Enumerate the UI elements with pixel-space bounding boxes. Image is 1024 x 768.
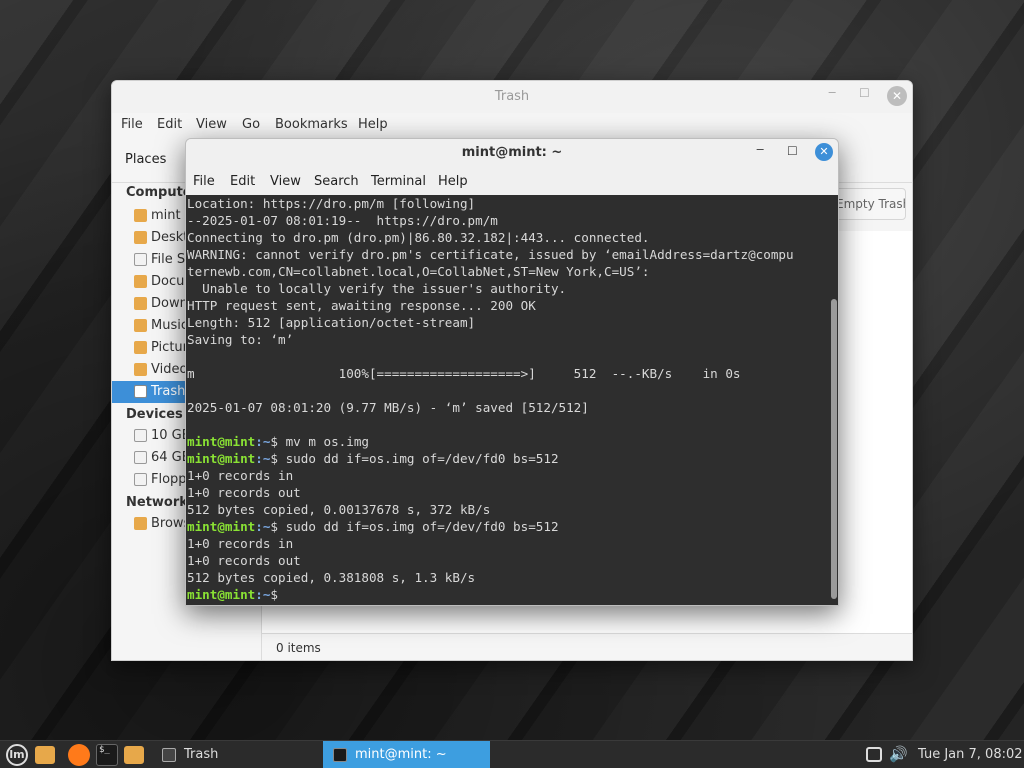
folder-icon: [134, 231, 147, 244]
terminal-launcher-icon[interactable]: $_: [96, 744, 118, 766]
close-icon[interactable]: ✕: [887, 86, 907, 106]
taskbar: lm $_ Trash mint@mint: ~ 🔊 Tue Jan 7, 08…: [0, 740, 1024, 768]
terminal-output-line: 1+0 records in: [187, 468, 294, 483]
minimize-icon[interactable]: ‒: [828, 85, 836, 100]
prompt-user: mint@mint: [187, 519, 256, 534]
menu-file[interactable]: File: [193, 174, 215, 189]
terminal-output-line: --2025-01-07 08:01:19-- https://dro.pm/m: [187, 213, 498, 228]
menu-bookmarks[interactable]: Bookmarks: [275, 117, 348, 132]
command-text: $ sudo dd if=os.img of=/dev/fd0 bs=512: [270, 519, 559, 534]
terminal-titlebar[interactable]: mint@mint: ~ ‒ ☐ ✕: [186, 139, 838, 169]
terminal-command-line: mint@mint:~$ sudo dd if=os.img of=/dev/f…: [187, 518, 559, 535]
menu-help[interactable]: Help: [358, 117, 388, 132]
terminal-output-line: 512 bytes copied, 0.00137678 s, 372 kB/s: [187, 502, 491, 517]
clock[interactable]: Tue Jan 7, 08:02: [918, 747, 1023, 768]
file-manager-menubar: File Edit View Go Bookmarks Help: [112, 113, 912, 139]
menu-edit[interactable]: Edit: [230, 174, 255, 189]
home-icon: [134, 209, 147, 222]
empty-trash-button[interactable]: Empty Trash: [832, 188, 906, 220]
terminal-output-line: 512 bytes copied, 0.381808 s, 1.3 kB/s: [187, 570, 476, 585]
maximize-icon[interactable]: ☐: [859, 86, 870, 100]
folder-icon: [134, 341, 147, 354]
drive-icon: [134, 451, 147, 464]
file-manager-title: Trash: [494, 89, 530, 104]
taskbar-task-terminal[interactable]: mint@mint: ~: [323, 741, 490, 768]
files-launcher-icon[interactable]: [124, 746, 144, 764]
drive-icon: [134, 253, 147, 266]
terminal-output-line: Connecting to dro.pm (dro.pm)|86.80.32.1…: [187, 230, 650, 245]
prompt-path: :~: [255, 451, 271, 466]
network-icon: [134, 517, 147, 530]
command-text: $ mv m os.img: [270, 434, 369, 449]
terminal-output-line: 1+0 records in: [187, 536, 294, 551]
firefox-icon[interactable]: [68, 744, 90, 766]
command-text: $ sudo dd if=os.img of=/dev/fd0 bs=512: [270, 451, 559, 466]
menu-help[interactable]: Help: [438, 174, 468, 189]
volume-icon[interactable]: 🔊: [889, 745, 908, 768]
terminal-output[interactable]: Location: https://dro.pm/m [following] --…: [186, 195, 829, 605]
menu-edit[interactable]: Edit: [157, 117, 182, 132]
trash-icon: [134, 385, 147, 398]
prompt-path: :~: [255, 434, 271, 449]
taskbar-task-trash[interactable]: Trash: [152, 741, 320, 768]
status-bar: 0 items: [262, 633, 912, 660]
terminal-menubar: File Edit View Search Terminal Help: [186, 169, 838, 195]
terminal-output-line: 2025-01-07 08:01:20 (9.77 MB/s) - ‘m’ sa…: [187, 400, 589, 415]
terminal-command-line: mint@mint:~$ sudo dd if=os.img of=/dev/f…: [187, 450, 559, 467]
terminal-output-line: Location: https://dro.pm/m [following]: [187, 196, 476, 211]
network-status-icon[interactable]: [866, 747, 882, 762]
trash-icon: [162, 748, 176, 762]
terminal-scrollbar[interactable]: [829, 195, 838, 605]
places-label[interactable]: Places: [125, 152, 166, 167]
command-text: $: [270, 587, 286, 602]
menu-view[interactable]: View: [196, 117, 227, 132]
terminal-output-line: ternewb.com,CN=collabnet.local,O=CollabN…: [187, 264, 650, 279]
maximize-icon[interactable]: ☐: [787, 144, 798, 158]
menu-view[interactable]: View: [270, 174, 301, 189]
terminal-output-line: 1+0 records out: [187, 553, 301, 568]
item-count: 0 items: [276, 641, 321, 655]
terminal-title: mint@mint: ~: [461, 145, 563, 160]
menu-search[interactable]: Search: [314, 174, 359, 189]
terminal-output-line: Saving to: ‘m’: [187, 332, 294, 347]
prompt-user: mint@mint: [187, 434, 256, 449]
prompt-user: mint@mint: [187, 587, 256, 602]
prompt-user: mint@mint: [187, 451, 256, 466]
terminal-command-line: mint@mint:~$: [187, 586, 286, 603]
terminal-output-line: Unable to locally verify the issuer's au…: [187, 281, 567, 296]
menu-go[interactable]: Go: [242, 117, 260, 132]
terminal-output-line: 1+0 records out: [187, 485, 301, 500]
show-desktop-icon[interactable]: [35, 746, 55, 764]
folder-icon: [134, 275, 147, 288]
prompt-path: :~: [255, 519, 271, 534]
terminal-window[interactable]: mint@mint: ~ ‒ ☐ ✕ File Edit View Search…: [185, 138, 839, 606]
terminal-command-line: mint@mint:~$ mv m os.img: [187, 433, 369, 450]
sidebar-section-network: Network: [126, 495, 188, 510]
terminal-output-line: WARNING: cannot verify dro.pm's certific…: [187, 247, 794, 262]
scrollbar-thumb[interactable]: [831, 299, 837, 599]
terminal-output-line: m 100%[===================>] 512 --.-KB/…: [187, 366, 741, 381]
file-manager-titlebar[interactable]: Trash ‒ ☐ ✕: [112, 81, 912, 113]
minimize-icon[interactable]: ‒: [756, 142, 764, 157]
folder-icon: [134, 363, 147, 376]
folder-icon: [134, 319, 147, 332]
terminal-output-line: Length: 512 [application/octet-stream]: [187, 315, 476, 330]
floppy-icon: [134, 473, 147, 486]
terminal-output-line: HTTP request sent, awaiting response... …: [187, 298, 536, 313]
drive-icon: [134, 429, 147, 442]
mint-menu-icon[interactable]: lm: [6, 744, 28, 766]
menu-file[interactable]: File: [121, 117, 143, 132]
prompt-path: :~: [255, 587, 271, 602]
close-icon[interactable]: ✕: [815, 143, 833, 161]
menu-terminal[interactable]: Terminal: [371, 174, 426, 189]
folder-icon: [134, 297, 147, 310]
sidebar-section-devices: Devices: [126, 407, 183, 422]
terminal-icon: [333, 748, 347, 762]
